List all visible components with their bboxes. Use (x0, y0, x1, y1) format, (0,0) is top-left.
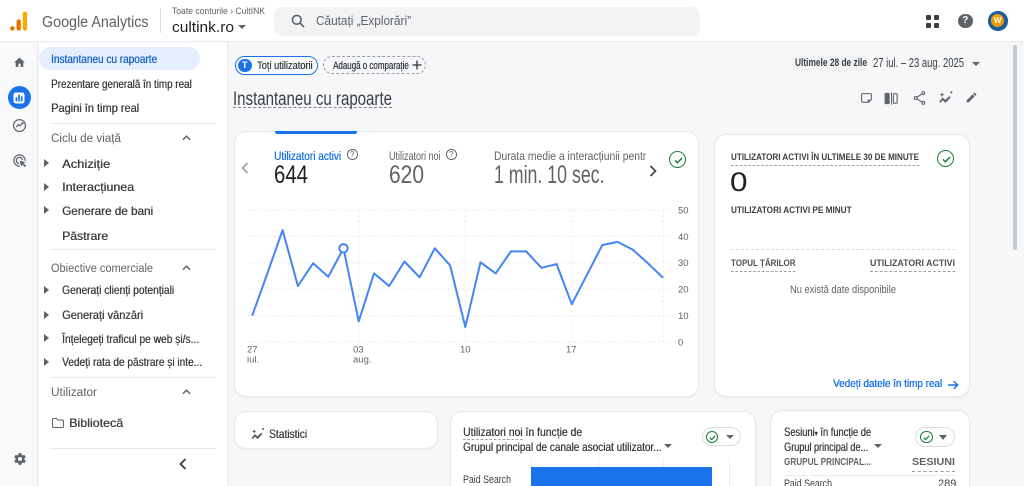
svg-text:10: 10 (460, 345, 471, 356)
svg-text:17: 17 (566, 345, 577, 356)
svg-text:aug.: aug. (353, 355, 372, 366)
svg-text:10: 10 (678, 311, 689, 322)
svg-text:iul.: iul. (247, 355, 259, 366)
svg-text:0: 0 (678, 337, 683, 348)
svg-text:30: 30 (678, 258, 689, 269)
svg-text:40: 40 (678, 232, 689, 243)
svg-text:20: 20 (678, 285, 689, 296)
svg-text:50: 50 (678, 205, 689, 216)
